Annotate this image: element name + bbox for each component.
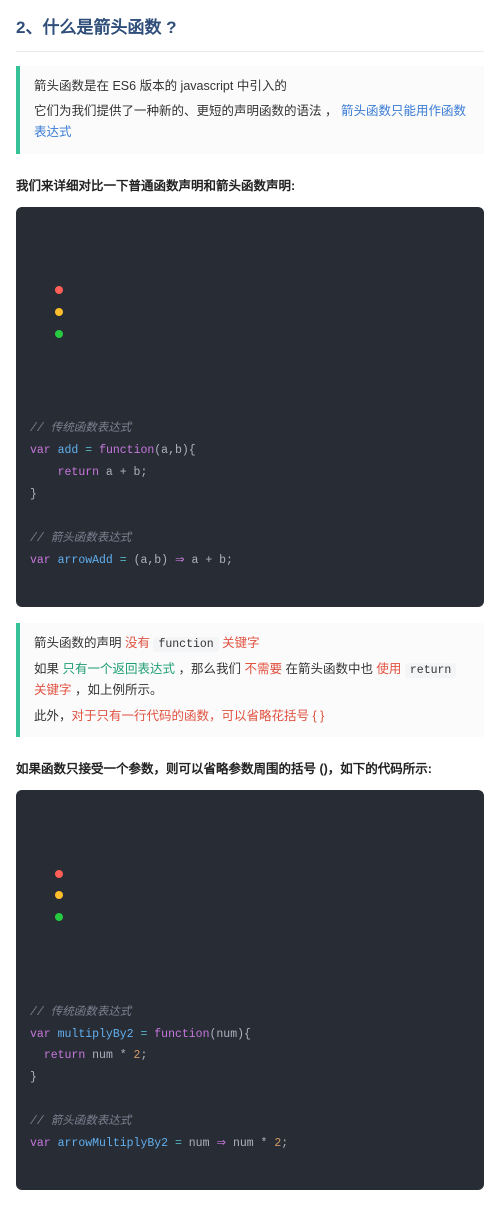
tok: var bbox=[30, 1028, 51, 1041]
tok: return bbox=[58, 466, 99, 479]
code-block-2: // 传统函数表达式 var multiplyBy2 = function(nu… bbox=[16, 790, 484, 1190]
tok: ⇒ bbox=[209, 1137, 232, 1150]
emphasis-text: 只有一个返回表达式 bbox=[62, 662, 175, 676]
text: 此外， bbox=[34, 709, 72, 723]
tok: return bbox=[44, 1049, 85, 1062]
inline-code: function bbox=[153, 637, 218, 652]
text: 箭头函数的声明 bbox=[34, 636, 125, 650]
text: 在箭头函数中也 bbox=[282, 662, 376, 676]
tok: arrowMultiplyBy2 bbox=[58, 1137, 168, 1150]
tok: = bbox=[168, 1137, 189, 1150]
callout-line: 如果 只有一个返回表达式 ，那么我们 不需要 在箭头函数中也 使用 return… bbox=[34, 659, 470, 702]
tok: var bbox=[30, 444, 51, 457]
callout-intro: 箭头函数是在 ES6 版本的 javascript 中引入的 它们为我们提供了一… bbox=[16, 66, 484, 154]
tok: add bbox=[58, 444, 79, 457]
tok: num * bbox=[233, 1137, 274, 1150]
tok: } bbox=[30, 488, 37, 501]
code-comment: // 传统函数表达式 bbox=[30, 422, 131, 435]
tok: 2 bbox=[134, 1049, 141, 1062]
tok: num bbox=[189, 1137, 210, 1150]
tok: ; bbox=[140, 1049, 147, 1062]
tok: var bbox=[30, 1137, 51, 1150]
tok: num * bbox=[85, 1049, 133, 1062]
tok: = bbox=[78, 444, 99, 457]
emphasis-text: 关键字 bbox=[219, 636, 260, 650]
tok: ; bbox=[226, 554, 233, 567]
tok: function bbox=[99, 444, 154, 457]
paragraph-lead: 我们来详细对比一下普通函数声明和箭头函数声明: bbox=[16, 176, 484, 197]
emphasis-text: 使用 bbox=[376, 662, 404, 676]
paragraph-lead: 如果函数只接受一个参数，则可以省略参数周围的括号 ()，如下的代码所示: bbox=[16, 759, 484, 780]
window-dot-green-icon bbox=[55, 330, 63, 338]
window-dot-green-icon bbox=[55, 913, 63, 921]
tok: { bbox=[189, 444, 196, 457]
emphasis-text: 对于只有一行代码的函数，可以省略花括号 { } bbox=[72, 709, 325, 723]
tok: (a,b) bbox=[154, 444, 189, 457]
callout-notes: 箭头函数的声明 没有 function 关键字 如果 只有一个返回表达式 ，那么… bbox=[16, 623, 484, 737]
code-comment: // 传统函数表达式 bbox=[30, 1006, 131, 1019]
section-heading: 2、什么是箭头函数 ? bbox=[16, 14, 484, 52]
callout-line: 箭头函数的声明 没有 function 关键字 bbox=[34, 633, 470, 655]
tok: a + b; bbox=[99, 466, 147, 479]
tok: = bbox=[134, 1028, 155, 1041]
emphasis-text: 不需要 bbox=[244, 662, 282, 676]
tok: arrowAdd bbox=[58, 554, 113, 567]
callout-line: 此外，对于只有一行代码的函数，可以省略花括号 { } bbox=[34, 706, 470, 727]
tok: a + b bbox=[192, 554, 227, 567]
callout-line: 它们为我们提供了一种新的、更短的声明函数的语法 ， 箭头函数只能用作函数表达式 bbox=[34, 101, 470, 144]
text: ，如上例所示。 bbox=[72, 683, 163, 697]
code-comment: // 箭头函数表达式 bbox=[30, 1115, 131, 1128]
emphasis-text: 没有 bbox=[125, 636, 153, 650]
tok: } bbox=[30, 1071, 37, 1084]
tok: multiplyBy2 bbox=[58, 1028, 134, 1041]
code-body: // 传统函数表达式 var multiplyBy2 = function(nu… bbox=[16, 998, 484, 1155]
window-dot-red-icon bbox=[55, 286, 63, 294]
tok: 2 bbox=[274, 1137, 281, 1150]
tok: var bbox=[30, 554, 51, 567]
window-dot-yellow-icon bbox=[55, 308, 63, 316]
code-comment: // 箭头函数表达式 bbox=[30, 532, 131, 545]
tok: ⇒ bbox=[168, 554, 191, 567]
text: ，那么我们 bbox=[175, 662, 244, 676]
window-dot-yellow-icon bbox=[55, 891, 63, 899]
tok: function bbox=[154, 1028, 209, 1041]
tok: = bbox=[113, 554, 134, 567]
tok: { bbox=[244, 1028, 251, 1041]
tok: ; bbox=[281, 1137, 288, 1150]
window-dot-red-icon bbox=[55, 870, 63, 878]
code-titlebar bbox=[16, 251, 484, 371]
code-body: // 传统函数表达式 var add = function(a,b){ retu… bbox=[16, 414, 484, 571]
callout-line: 箭头函数是在 ES6 版本的 javascript 中引入的 bbox=[34, 76, 470, 97]
emphasis-text: 关键字 bbox=[34, 683, 72, 697]
inline-code: return bbox=[405, 663, 456, 678]
code-block-1: // 传统函数表达式 var add = function(a,b){ retu… bbox=[16, 207, 484, 607]
tok: (a,b) bbox=[134, 554, 169, 567]
text: 如果 bbox=[34, 662, 62, 676]
code-titlebar bbox=[16, 834, 484, 954]
text: 它们为我们提供了一种新的、更短的声明函数的语法 ， bbox=[34, 104, 337, 118]
tok: (num) bbox=[209, 1028, 244, 1041]
